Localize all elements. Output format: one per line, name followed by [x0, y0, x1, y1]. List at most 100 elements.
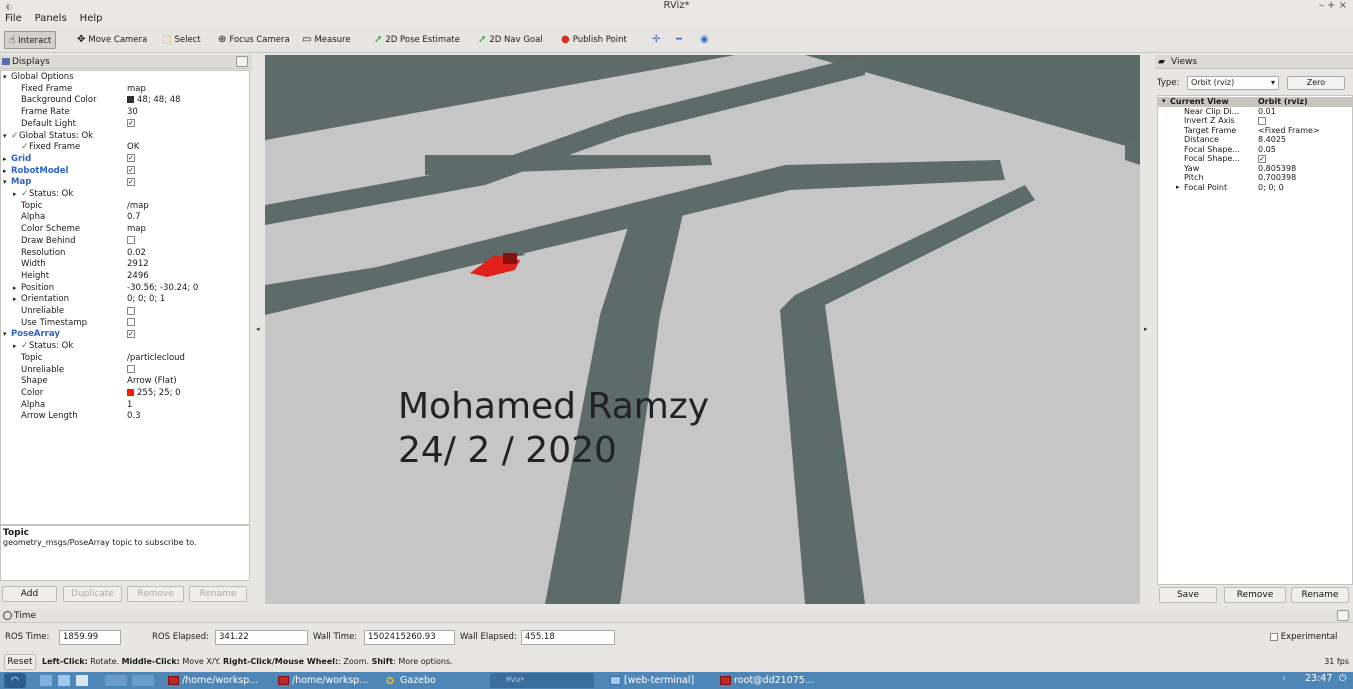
view-property-value[interactable]: ✓: [1258, 154, 1266, 164]
chevron-down-icon[interactable]: ▾: [3, 329, 7, 341]
view-property-checkbox[interactable]: ✓: [1258, 154, 1266, 163]
collapse-right-handle[interactable]: ▸: [1144, 325, 1148, 333]
display-row[interactable]: Height 2496: [1, 271, 249, 283]
collapse-left-handle[interactable]: ◂: [256, 325, 260, 333]
ros-time-field[interactable]: 1859.99: [59, 630, 121, 645]
task-root-terminal[interactable]: root@dd21075...: [718, 673, 828, 688]
tool-focus-camera[interactable]: ⊕ Focus Camera: [214, 31, 294, 49]
property-checkbox[interactable]: ✓: [127, 119, 135, 128]
display-row[interactable]: ▸ Position -30.56; -30.24; 0: [1, 283, 249, 295]
property-value[interactable]: 0.3: [127, 411, 141, 423]
tool-remove[interactable]: ━: [672, 31, 689, 49]
view-property-value[interactable]: <Fixed Frame>: [1258, 126, 1320, 136]
remove-view-button[interactable]: Remove: [1224, 587, 1286, 603]
view-property-row[interactable]: Yaw 0.805398: [1158, 164, 1352, 174]
ros-elapsed-field[interactable]: 341.22: [215, 630, 308, 645]
property-value[interactable]: map: [127, 84, 146, 96]
tray-arrow-icon[interactable]: ‹: [1282, 673, 1286, 684]
property-checkbox[interactable]: [127, 318, 135, 327]
tool-publish-point[interactable]: ● Publish Point: [557, 31, 631, 49]
render-viewport[interactable]: Mohamed Ramzy 24/ 2 / 2020: [265, 55, 1140, 604]
rename-display-button[interactable]: Rename: [189, 586, 247, 602]
display-row[interactable]: Use Timestamp: [1, 318, 249, 330]
display-row[interactable]: Frame Rate 30: [1, 107, 249, 119]
tool-move-camera[interactable]: ✥ Move Camera: [73, 31, 151, 49]
files-launcher-icon[interactable]: [76, 675, 88, 686]
reset-button[interactable]: Reset: [4, 654, 36, 670]
property-checkbox[interactable]: [127, 365, 135, 373]
display-row[interactable]: Resolution 0.02: [1, 248, 249, 260]
display-row[interactable]: Alpha 1: [1, 400, 249, 412]
display-row[interactable]: Shape Arrow (Flat): [1, 376, 249, 388]
property-value[interactable]: 48; 48; 48: [127, 95, 181, 107]
view-property-value[interactable]: [1258, 116, 1266, 126]
property-checkbox[interactable]: [127, 306, 135, 315]
property-value[interactable]: ✓: [127, 177, 135, 189]
property-checkbox[interactable]: ✓: [127, 177, 135, 186]
property-value[interactable]: /particlecloud: [127, 353, 185, 365]
display-row[interactable]: Color Scheme map: [1, 224, 249, 236]
save-view-button[interactable]: Save: [1159, 587, 1217, 603]
chevron-right-icon[interactable]: ▸: [13, 189, 17, 201]
view-property-row[interactable]: Invert Z Axis: [1158, 116, 1352, 126]
start-menu-icon[interactable]: ◠: [4, 673, 26, 688]
property-value[interactable]: ✓: [127, 166, 135, 178]
property-checkbox[interactable]: ✓: [127, 166, 135, 175]
property-value[interactable]: ✓: [127, 329, 135, 341]
display-row[interactable]: Alpha 0.7: [1, 212, 249, 224]
zero-button[interactable]: Zero: [1287, 76, 1345, 90]
property-value[interactable]: [127, 365, 135, 377]
display-row[interactable]: Arrow Length 0.3: [1, 411, 249, 423]
chevron-down-icon[interactable]: ▾: [3, 72, 7, 84]
display-row[interactable]: ▾ PoseArray ✓: [1, 329, 249, 341]
terminal-launcher-icon[interactable]: [58, 675, 70, 686]
property-value[interactable]: [127, 236, 135, 248]
add-display-button[interactable]: Add: [2, 586, 57, 602]
display-row[interactable]: Topic/particlecloud: [1, 353, 249, 365]
display-row[interactable]: ▾ Map ✓: [1, 177, 249, 189]
view-type-select[interactable]: Orbit (rviz) ▾: [1187, 76, 1279, 90]
view-property-row[interactable]: Focal Shape... ✓: [1158, 154, 1352, 164]
menu-file[interactable]: File: [0, 12, 27, 26]
view-property-value[interactable]: 0.01: [1258, 107, 1276, 117]
property-value[interactable]: -30.56; -30.24; 0: [127, 283, 198, 295]
property-checkbox[interactable]: [127, 236, 135, 245]
property-checkbox[interactable]: ✓: [127, 154, 135, 163]
view-property-value[interactable]: 0; 0; 0: [1258, 183, 1284, 193]
tool-measure[interactable]: ▭ Measure: [298, 31, 355, 49]
view-property-row[interactable]: Target Frame <Fixed Frame>: [1158, 126, 1352, 136]
window-controls[interactable]: – + ×: [1319, 0, 1347, 12]
display-row[interactable]: Fixed Frame map: [1, 84, 249, 96]
display-row[interactable]: ▸ ✓ Status: Ok: [1, 189, 249, 201]
property-value[interactable]: 255; 25; 0: [127, 388, 181, 400]
display-row[interactable]: ▾ ✓ Global Status: Ok: [1, 131, 249, 143]
map-render[interactable]: [265, 55, 1140, 604]
view-property-row[interactable]: Focal Shape... 0.05: [1158, 145, 1352, 155]
time-undock-button[interactable]: [1337, 610, 1349, 621]
launcher-icon[interactable]: [40, 675, 52, 686]
chevron-right-icon[interactable]: ▸: [13, 341, 17, 353]
display-row[interactable]: ▾ Global Options: [1, 72, 249, 84]
view-property-row[interactable]: Near Clip Di... 0.01: [1158, 107, 1352, 117]
display-row[interactable]: ▸ RobotModel ✓: [1, 166, 249, 178]
desktop-pager-2-icon[interactable]: [132, 675, 154, 686]
display-row[interactable]: Draw Behind: [1, 236, 249, 248]
view-property-row[interactable]: ▸ Focal Point 0; 0; 0: [1158, 183, 1352, 193]
remove-display-button[interactable]: Remove: [127, 586, 184, 602]
menu-help[interactable]: Help: [75, 12, 108, 26]
property-checkbox[interactable]: ✓: [127, 329, 135, 338]
view-property-row[interactable]: Pitch 0.700398: [1158, 173, 1352, 183]
desktop-pager-icon[interactable]: [105, 675, 127, 686]
wall-time-field[interactable]: 1502415260.93: [364, 630, 455, 645]
property-value[interactable]: 2496: [127, 271, 149, 283]
display-row[interactable]: Width 2912: [1, 259, 249, 271]
menu-panels[interactable]: Panels: [30, 12, 72, 26]
view-property-row[interactable]: Distance 8.4025: [1158, 135, 1352, 145]
chevron-down-icon[interactable]: ▾: [1162, 97, 1166, 107]
tool-camera-type[interactable]: ◉: [696, 31, 716, 49]
view-property-value[interactable]: 8.4025: [1258, 135, 1286, 145]
property-value[interactable]: 0.7: [127, 212, 141, 224]
property-value[interactable]: 1: [127, 400, 132, 412]
view-property-value[interactable]: 0.805398: [1258, 164, 1296, 174]
display-row[interactable]: ▸ Orientation 0; 0; 0; 1: [1, 294, 249, 306]
